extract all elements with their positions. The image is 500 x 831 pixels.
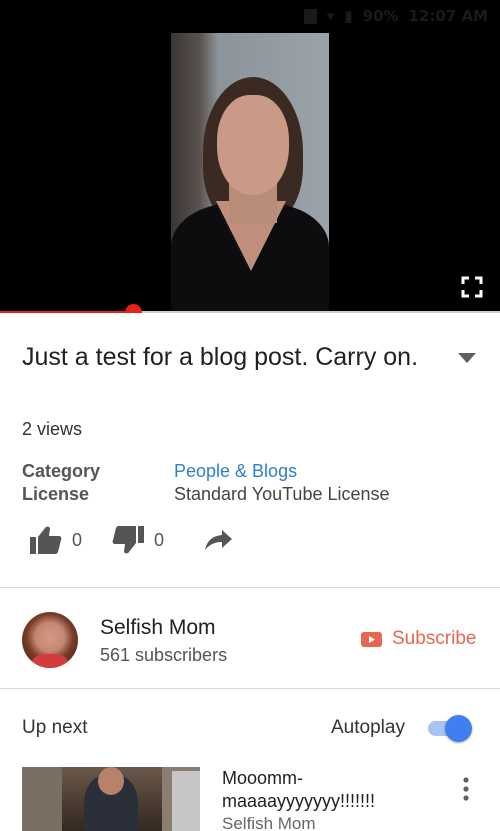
license-value: Standard YouTube License [174, 484, 390, 504]
thumbnail-fridge [172, 771, 200, 831]
up-next-channel: Selfish Mom [222, 814, 316, 831]
dislike-button[interactable]: 0 [112, 525, 164, 555]
divider [0, 587, 500, 588]
progress-fill [0, 311, 133, 313]
avatar-shirt [32, 654, 68, 668]
license-label: License [22, 484, 90, 504]
metadata-values: People & Blogs Standard YouTube License [174, 460, 474, 506]
share-icon [205, 530, 233, 550]
progress-scrubber[interactable] [124, 304, 142, 313]
like-count: 0 [72, 529, 83, 550]
youtube-play-icon [361, 631, 382, 647]
view-count: 2 views [22, 419, 83, 439]
like-button[interactable]: 0 [30, 525, 82, 555]
video-frame [171, 33, 329, 313]
share-button[interactable] [204, 528, 234, 552]
notification-icon [303, 8, 317, 24]
video-subject-face [217, 95, 289, 195]
metadata-labels: Category License [22, 460, 172, 506]
subscriber-count: 561 subscribers [100, 645, 228, 665]
fullscreen-icon[interactable] [461, 276, 483, 298]
toggle-thumb [445, 715, 472, 742]
autoplay-label: Autoplay [331, 717, 405, 738]
up-next-thumbnail[interactable] [22, 767, 200, 831]
channel-name[interactable]: Selfish Mom [100, 616, 216, 640]
autoplay-toggle[interactable] [426, 714, 474, 742]
subscribe-button[interactable]: Subscribe [361, 628, 477, 650]
category-link[interactable]: People & Blogs [174, 460, 474, 483]
channel-avatar[interactable] [22, 612, 78, 668]
subscribe-label: Subscribe [392, 628, 477, 649]
up-next-title[interactable]: Mooomm-maaaayyyyyyy!!!!!!! [222, 767, 442, 813]
thumbs-up-icon [30, 526, 62, 554]
thumbnail-person-head [98, 767, 124, 795]
action-bar: 0 0 [30, 522, 234, 558]
video-title: Just a test for a blog post. Carry on. [22, 343, 419, 371]
category-label: Category [22, 461, 101, 481]
progress-bar[interactable] [0, 304, 500, 313]
clock-text: 12:07 AM [408, 7, 488, 25]
battery-text: 90% [362, 7, 399, 25]
divider [0, 688, 500, 689]
wifi-icon: ▾ [326, 7, 335, 25]
thumbnail-cabinet [22, 767, 62, 831]
video-player[interactable]: ▾ ▮ 90% 12:07 AM [0, 0, 500, 313]
signal-icon: ▮ [344, 7, 353, 25]
up-next-heading: Up next [22, 717, 88, 738]
status-bar: ▾ ▮ 90% 12:07 AM [303, 6, 488, 26]
more-options-icon[interactable] [460, 776, 472, 802]
expand-description-icon[interactable] [456, 351, 478, 365]
thumbs-down-icon [112, 526, 145, 554]
dislike-count: 0 [154, 529, 165, 550]
